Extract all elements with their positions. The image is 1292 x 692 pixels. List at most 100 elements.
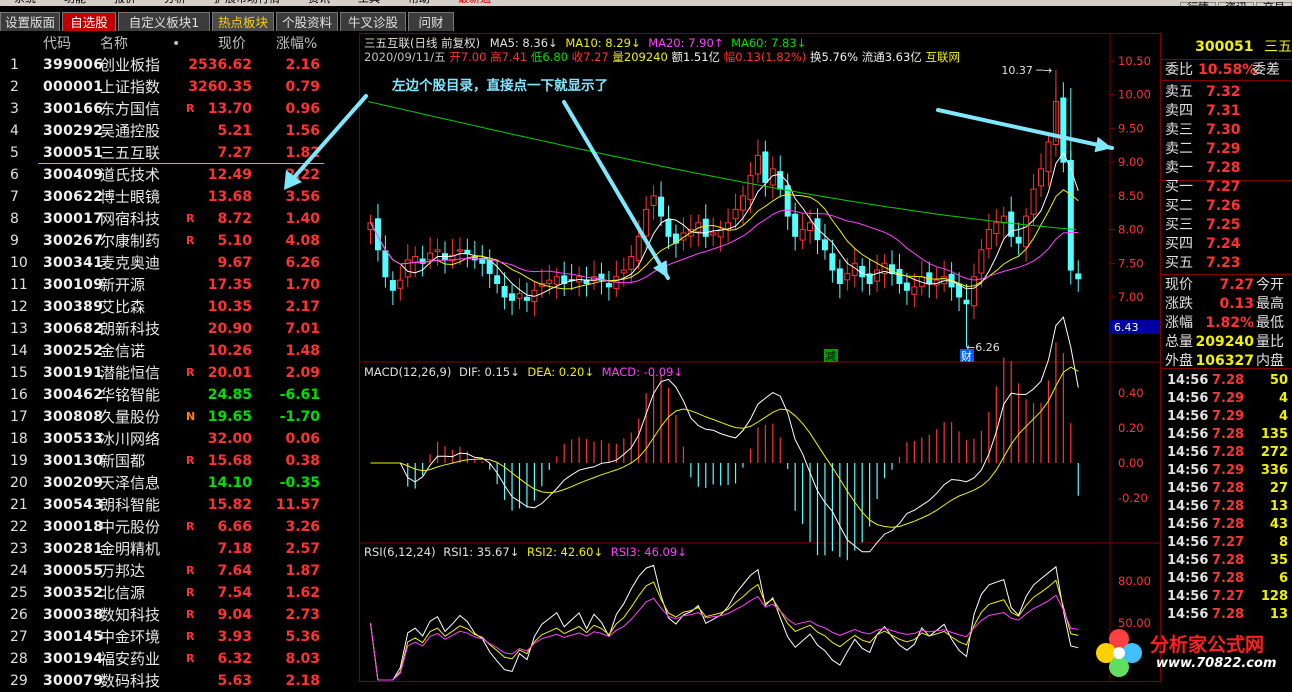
row-number: 26 — [10, 607, 28, 623]
stock-row[interactable]: 10 300341 麦克奥迪 9.67 6.26 — [0, 252, 358, 274]
stock-change: 8.03 — [285, 651, 320, 667]
menu-right: 行情资讯交易 — [1178, 0, 1292, 6]
stock-row[interactable]: 21 300543 朗科智能 15.82 11.57 — [0, 494, 358, 516]
stock-price: 24.85 — [207, 387, 252, 403]
ask-label: 卖一 — [1165, 160, 1193, 176]
tab-wencai[interactable]: 问财 — [408, 12, 454, 31]
macd-tick-label: -0.20 — [1118, 491, 1148, 505]
header-name[interactable]: 名称 — [100, 34, 128, 54]
tick-row: 14:56 7.27 128 — [1162, 588, 1292, 606]
stock-flag: R — [186, 212, 195, 225]
stock-name: 新国都 — [100, 452, 146, 470]
stock-row[interactable]: 9 300267 尔康制药 R 5.10 4.08 — [0, 230, 358, 252]
stat-row: 现价 7.27 今开 — [1162, 276, 1292, 294]
tab-stock-profile[interactable]: 个股资料 — [276, 12, 338, 31]
stock-name: 上证指数 — [100, 78, 161, 96]
stock-code: 300462 — [43, 387, 104, 403]
header-code[interactable]: 代码 — [43, 34, 71, 54]
row-number: 27 — [10, 629, 28, 645]
menu-right-item[interactable]: 资讯 — [1218, 2, 1254, 6]
stock-row[interactable]: 20 300209 天泽信息 14.10 -0.35 — [0, 472, 358, 494]
tick-volume: 272 — [1260, 445, 1288, 460]
tab-hot-sectors[interactable]: 热点板块 — [212, 12, 274, 31]
stock-row[interactable]: 26 300038 数知科技 R 9.04 2.73 — [0, 604, 358, 626]
stock-price: 20.01 — [207, 365, 252, 381]
stock-row[interactable]: 24 300055 万邦达 R 7.64 1.87 — [0, 560, 358, 582]
ask-row[interactable]: 卖三 7.30 — [1162, 121, 1292, 139]
info-concept[interactable]: 互联网 — [925, 50, 960, 64]
stock-row[interactable]: 8 300017 网宿科技 R 8.72 1.40 — [0, 208, 358, 230]
ask-row[interactable]: 卖二 7.29 — [1162, 140, 1292, 158]
stock-row[interactable]: 11 300109 新开源 17.35 1.70 — [0, 274, 358, 296]
candles — [367, 69, 1082, 347]
stock-row[interactable]: 27 300145 中金环境 R 3.93 5.36 — [0, 626, 358, 648]
menu-item[interactable]: 工具 — [344, 0, 394, 4]
high-mark-label: 10.37 ─→ — [1001, 64, 1052, 77]
tab-custom-sector[interactable]: 自定义板块1 — [118, 12, 210, 31]
ma60-readout: MA60: 7.83 — [731, 36, 797, 50]
ma10-readout: MA10: 8.29 — [565, 36, 631, 50]
bid-row[interactable]: 买四 7.24 — [1162, 235, 1292, 253]
menu-highlight[interactable]: 最新通 — [444, 0, 505, 4]
menu-item[interactable]: 系统 — [0, 0, 50, 4]
stock-row[interactable]: 18 300533 冰川网络 32.00 0.06 — [0, 428, 358, 450]
stock-price: 19.65 — [207, 409, 252, 425]
ratio-value: 10.58% — [1198, 62, 1257, 78]
stock-code: 300018 — [43, 519, 104, 535]
tab-watchlist[interactable]: 自选股 — [62, 12, 116, 31]
stock-row[interactable]: 14 300252 金信诺 10.26 1.48 — [0, 340, 358, 362]
menu-item[interactable]: 帮助 — [394, 0, 444, 4]
stock-code: 300038 — [43, 607, 104, 623]
stock-price: 3260.35 — [188, 79, 252, 95]
stock-row[interactable]: 13 300682 朗新科技 20.90 7.01 — [0, 318, 358, 340]
bid-row[interactable]: 买三 7.25 — [1162, 216, 1292, 234]
stock-row[interactable]: 15 300191 潜能恒信 R 20.01 2.09 — [0, 362, 358, 384]
row-number: 4 — [10, 123, 19, 139]
stock-row[interactable]: 1 399006 创业板指 2536.62 2.16 — [0, 54, 358, 76]
stock-price: 13.68 — [207, 189, 252, 205]
tick-time: 14:56 — [1167, 445, 1209, 460]
menu-item[interactable]: 功能 — [50, 0, 100, 4]
stock-row[interactable]: 17 300808 久量股份 N 19.65 -1.70 — [0, 406, 358, 428]
stock-name: 创业板指 — [100, 56, 161, 74]
header-price[interactable]: 现价 — [218, 34, 246, 54]
stock-row[interactable]: 29 300079 数码科技 5.63 2.18 — [0, 670, 358, 692]
stock-price: 20.90 — [207, 321, 252, 337]
menu-item[interactable]: 扩展市场行情 — [200, 0, 294, 4]
menu-item[interactable]: 资讯 — [294, 0, 344, 4]
tick-volume: 128 — [1260, 589, 1288, 604]
stock-row[interactable]: 22 300018 中元股份 R 6.66 3.26 — [0, 516, 358, 538]
stock-row[interactable]: 19 300130 新国都 R 15.68 0.38 — [0, 450, 358, 472]
tab-layout-settings[interactable]: 设置版面 — [0, 12, 60, 31]
stock-row[interactable]: 28 300194 福安药业 R 6.32 8.03 — [0, 648, 358, 670]
stock-price: 10.26 — [207, 343, 252, 359]
chart-canvas[interactable]: 10.50 10.00 9.50 9.00 8.50 8.00 7.50 7.00 6.43 10… — [360, 34, 1160, 682]
kline-chart[interactable]: 10.50 10.00 9.50 9.00 8.50 8.00 7.50 7.00 6.43 10… — [360, 34, 1160, 682]
stock-row[interactable]: 23 300281 金明精机 7.18 2.57 — [0, 538, 358, 560]
stock-code: 300389 — [43, 299, 104, 315]
stock-code: 300341 — [43, 255, 104, 271]
price-tick-label: 8.00 — [1118, 223, 1144, 237]
bid-label: 买一 — [1165, 179, 1193, 195]
stock-row[interactable]: 25 300352 北信源 R 7.54 1.62 — [0, 582, 358, 604]
menu-item[interactable]: 报价 — [100, 0, 150, 4]
stock-price: 13.70 — [207, 101, 252, 117]
menu-right-item[interactable]: 行情 — [1180, 2, 1216, 6]
stock-code: 300252 — [43, 343, 104, 359]
menu-item[interactable]: 分析 — [150, 0, 200, 4]
ask-row[interactable]: 卖一 7.28 — [1162, 159, 1292, 177]
stock-change: 2.17 — [285, 299, 320, 315]
menu-right-item[interactable]: 交易 — [1256, 2, 1292, 6]
stock-code: 300409 — [43, 167, 104, 183]
header-change[interactable]: 涨幅% — [276, 34, 317, 54]
bid-row[interactable]: 买五 7.23 — [1162, 254, 1292, 272]
stock-row[interactable]: 16 300462 华铭智能 24.85 -6.61 — [0, 384, 358, 406]
bid-row[interactable]: 买一 7.27 — [1162, 178, 1292, 196]
stock-row[interactable]: 12 300389 艾比森 10.35 2.17 — [0, 296, 358, 318]
stock-price: 5.21 — [217, 123, 252, 139]
ask-row[interactable]: 卖四 7.31 — [1162, 102, 1292, 120]
bid-row[interactable]: 买二 7.26 — [1162, 197, 1292, 215]
stock-change: 2.18 — [285, 673, 320, 689]
ask-row[interactable]: 卖五 7.32 — [1162, 83, 1292, 101]
tab-stock-diagnosis[interactable]: 牛叉诊股 — [340, 12, 406, 31]
